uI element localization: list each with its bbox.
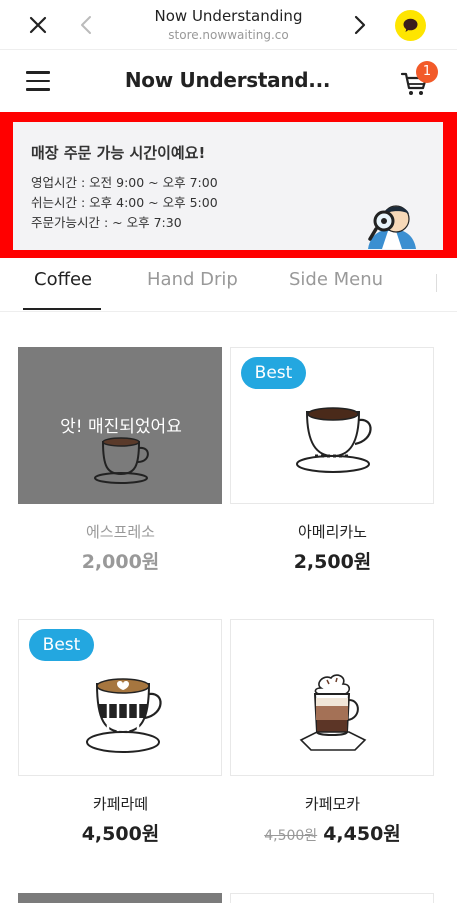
product-price: 2,500원 <box>293 551 372 573</box>
latte-cup-icon <box>86 678 162 753</box>
close-icon[interactable] <box>26 13 50 37</box>
browser-title: Now Understanding <box>154 7 303 25</box>
browser-url: store.nowwaiting.co <box>168 28 289 42</box>
business-hours: 영업시간 : 오전 9:00 ~ 오후 7:00 <box>31 175 218 190</box>
americano-cup-icon <box>296 407 372 473</box>
tab-divider <box>436 274 437 292</box>
tab-side-menu[interactable]: Side Menu <box>289 269 383 290</box>
app-header: Now Understand... <box>0 50 457 112</box>
store-title: Now Understand... <box>124 68 331 92</box>
cart-count-badge: 1 <box>416 61 438 83</box>
product-image[interactable]: Best <box>230 347 434 504</box>
break-time: 쉬는시간 : 오후 4:00 ~ 오후 5:00 <box>31 195 218 210</box>
product-image[interactable] <box>230 619 434 776</box>
espresso-cup-icon <box>94 437 149 484</box>
product-name: 카페라떼 <box>92 795 149 813</box>
store-hours-banner[interactable]: 매장 주문 가능 시간이예요! 영업시간 : 오전 9:00 ~ 오후 7:00… <box>13 122 443 250</box>
product-image[interactable]: 앗! 매진되었어요 <box>18 347 222 504</box>
product-image-partial[interactable] <box>18 893 222 903</box>
original-price: 4,500원 <box>264 828 318 844</box>
back-arrow-icon[interactable] <box>76 13 96 37</box>
banner-title: 매장 주문 가능 시간이예요! <box>31 144 206 162</box>
active-tab-indicator <box>23 308 101 310</box>
order-available-time: 주문가능시간 : ~ 오후 7:30 <box>31 215 182 230</box>
hamburger-menu-icon[interactable] <box>26 71 50 91</box>
product-image[interactable]: Best <box>18 619 222 776</box>
product-price-group: 4,500원 4,450원 <box>230 819 435 846</box>
sale-price: 4,450원 <box>323 823 401 845</box>
forward-arrow-icon[interactable] <box>350 13 370 37</box>
tab-coffee[interactable]: Coffee <box>34 269 92 290</box>
product-name: 아메리카노 <box>297 523 367 541</box>
product-price: 4,500원 <box>81 823 160 845</box>
product-price: 2,000원 <box>81 551 160 573</box>
sold-out-label: 앗! 매진되었어요 <box>60 417 182 437</box>
mocha-glass-icon <box>299 674 367 751</box>
category-tabs: Coffee Hand Drip Side Menu <box>0 256 457 312</box>
kakao-chat-button[interactable] <box>395 10 426 41</box>
product-image-partial[interactable] <box>230 893 434 903</box>
best-badge: Best <box>241 357 306 389</box>
tab-hand-drip[interactable]: Hand Drip <box>147 269 238 290</box>
chat-bubble-icon <box>403 18 418 32</box>
magnifier-character-icon <box>368 205 416 249</box>
best-badge: Best <box>29 629 94 661</box>
browser-toolbar: Now Understanding store.nowwaiting.co <box>0 0 457 50</box>
product-name: 에스프레소 <box>85 523 155 541</box>
product-name: 카페모카 <box>304 795 361 813</box>
